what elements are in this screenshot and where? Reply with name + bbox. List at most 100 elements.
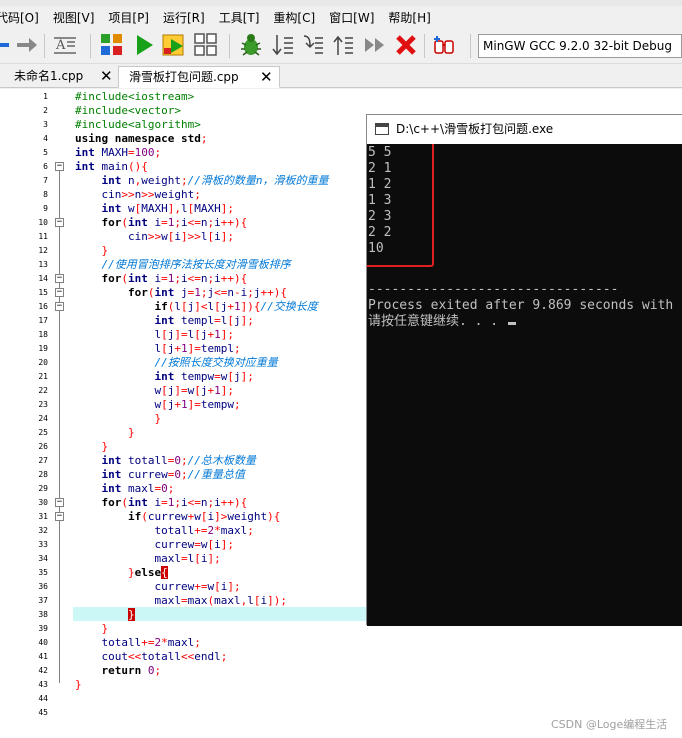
code-line[interactable]: int currew=0;//重量总值 [75,468,245,482]
compiler-select[interactable]: MinGW GCC 9.2.0 32-bit Debug [478,34,682,58]
menu-run[interactable]: 运行[R] [156,9,212,26]
step-into-icon[interactable] [300,32,326,58]
code-line[interactable]: currew+=w[i]; [75,580,240,594]
menu-help[interactable]: 帮助[H] [381,9,437,26]
line-number: 42 [38,666,48,675]
console-line: 5 5 [368,145,392,160]
menu-refactor[interactable]: 重构[C] [266,9,322,26]
code-line[interactable]: int n,weight;//滑板的数量n，滑板的重量 [75,174,329,188]
line-number: 2 [43,106,48,115]
code-line[interactable]: int w[MAXH],l[MAXH]; [75,202,235,216]
fold-toggle-icon[interactable]: − [55,302,64,311]
code-line[interactable]: cin>>w[i]>>l[i]; [75,230,234,244]
line-number: 1 [43,92,48,101]
menu-code[interactable]: 代码[O] [0,9,46,26]
code-line[interactable]: int templ=l[j]; [75,314,253,328]
code-line[interactable]: cout<<totall<<endl; [75,650,228,664]
stop-icon[interactable] [393,32,419,58]
code-line[interactable]: for(int i=1;i<=n;i++){ [75,272,248,286]
console-cursor [507,322,516,325]
line-number: 28 [38,470,48,479]
line-number: 27 [38,456,48,465]
line-number: 12 [38,246,48,255]
continue-icon[interactable] [362,32,388,58]
code-line[interactable]: w[j+1]=tempw; [75,398,240,412]
code-line[interactable]: int totall=0;//总木板数量 [75,454,256,468]
code-line[interactable]: l[j]=l[j+1]; [75,328,234,342]
console-output: 5 52 11 21 32 32 2 10 --------------------… [367,144,682,626]
code-line[interactable]: for(int i=1;i<=n;i++){ [75,216,248,230]
fold-toggle-icon[interactable]: − [55,288,64,297]
code-line[interactable]: } [75,608,135,622]
code-line[interactable]: #include<iostream> [75,90,194,104]
line-number: 32 [38,526,48,535]
menu-window[interactable]: 窗口[W] [322,9,381,26]
code-line[interactable]: int main(){ [75,160,148,174]
line-number: 7 [43,176,48,185]
console-window[interactable]: D:\c++\滑雪板打包问题.exe 5 52 11 21 32 32 2 10 -… [366,114,682,626]
fold-toggle-icon[interactable]: − [55,218,64,227]
code-line[interactable]: maxl=max(maxl,l[i]); [75,594,287,608]
tab-ski-packing[interactable]: 滑雪板打包问题.cpp ✕ [118,66,280,88]
code-line[interactable]: } [75,622,109,636]
code-line[interactable]: #include<vector> [75,104,181,118]
code-line[interactable]: l[j+1]=templ; [75,342,240,356]
fold-toggle-icon[interactable]: − [55,512,64,521]
menu-project[interactable]: 项目[P] [101,9,156,26]
code-line[interactable]: currew=w[i]; [75,538,234,552]
fold-toggle-icon[interactable]: − [55,498,64,507]
line-number: 4 [43,134,48,143]
line-number: 25 [38,428,48,437]
console-title: D:\c++\滑雪板打包问题.exe [396,122,554,136]
code-line[interactable]: for(int i=1;i<=n;i++){ [75,496,248,510]
code-line[interactable]: #include<algorithm> [75,118,201,132]
code-line[interactable]: } [75,678,82,692]
line-number: 29 [38,484,48,493]
code-line[interactable]: totall+=2*maxl; [75,636,201,650]
tab-label: 未命名1.cpp [14,69,84,83]
run-icon[interactable] [131,32,157,58]
step-over-icon[interactable] [270,32,296,58]
code-line[interactable]: for(int j=1;j<=n-i;j++){ [75,286,287,300]
code-line[interactable]: maxl=l[i]; [75,552,220,566]
line-number: 31 [38,512,48,521]
rebuild-icon[interactable] [193,32,219,58]
line-number-gutter: 1 2 3 4 5 6 7 8 9 10 11 12 13 14 15 16 17 18 19 20 21 22 23 24 2… [0,89,73,738]
code-line[interactable]: } [75,244,109,258]
format-icon[interactable]: A [52,32,78,58]
code-line[interactable]: if(l[j]<l[j+1]){//交换长度 [75,300,317,314]
menu-view[interactable]: 视图[V] [46,9,102,26]
code-line[interactable]: }else{ [75,566,168,580]
close-icon[interactable]: ✕ [100,66,113,86]
forward-arrow-icon[interactable] [14,32,40,58]
code-line[interactable]: } [75,440,109,454]
compile-run-icon[interactable] [162,32,188,58]
code-line[interactable]: //使用冒泡排序法按长度对滑雪板排序 [75,258,291,272]
compile-icon[interactable] [99,32,125,58]
step-out-icon[interactable] [330,32,356,58]
code-line[interactable]: //按照长度交换对应重量 [75,356,277,370]
code-line[interactable]: int maxl=0; [75,482,175,496]
code-line[interactable]: totall+=2*maxl; [75,524,253,538]
code-line[interactable]: using namespace std; [75,132,207,146]
code-line[interactable]: int tempw=w[j]; [75,370,253,384]
close-icon[interactable]: ✕ [260,67,273,87]
fold-toggle-icon[interactable]: − [55,162,64,171]
code-line[interactable]: cin>>n>>weight; [75,188,201,202]
code-line[interactable]: w[j]=w[j+1]; [75,384,234,398]
line-number: 23 [38,400,48,409]
debug-bug-icon[interactable] [238,32,264,58]
matched-brace: } [127,608,135,621]
tab-untitled[interactable]: 未命名1.cpp ✕ [4,66,118,88]
code-line[interactable]: int MAXH=100; [75,146,161,160]
add-watch-icon[interactable] [431,32,457,58]
console-line: 2 1 [368,161,392,176]
fold-toggle-icon[interactable]: − [55,274,64,283]
code-line[interactable]: if(currew+w[i]>weight){ [75,510,280,524]
menu-tools[interactable]: 工具[T] [212,9,267,26]
code-line[interactable]: } [75,412,161,426]
console-line: 2 3 [368,209,392,224]
code-line[interactable]: } [75,426,135,440]
code-line[interactable]: return 0; [75,664,162,678]
line-number: 3 [43,120,48,129]
